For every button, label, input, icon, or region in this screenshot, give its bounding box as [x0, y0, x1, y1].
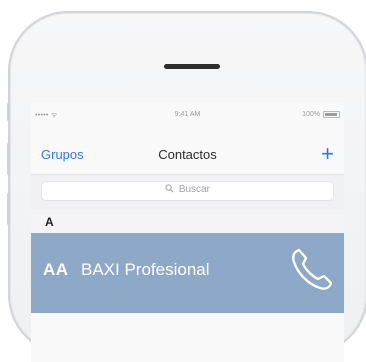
battery-percent: 100% — [302, 111, 320, 118]
contact-row[interactable]: AA BAXI Profesional — [31, 233, 344, 313]
search-area: Buscar — [31, 174, 344, 210]
add-contact-button[interactable]: + — [321, 143, 334, 165]
phone-screen: ••••• ᯤ 9:41 AM 100% Grupos Contactos + … — [31, 102, 344, 362]
contact-name: BAXI Profesional — [81, 260, 210, 279]
status-time: 9:41 AM — [174, 111, 201, 118]
search-placeholder: Buscar — [178, 184, 210, 195]
contact-initials: AA — [43, 260, 69, 279]
section-letter: A — [45, 215, 54, 229]
mute-switch — [7, 103, 10, 121]
speaker-grille — [164, 64, 220, 69]
navigation-bar: Grupos Contactos + — [31, 133, 344, 173]
search-icon — [165, 184, 174, 193]
search-input[interactable]: Buscar — [41, 181, 334, 201]
phone-icon[interactable] — [286, 244, 336, 294]
status-bar: ••••• ᯤ 9:41 AM 100% — [31, 102, 344, 126]
volume-down-button — [7, 193, 10, 225]
volume-up-button — [7, 143, 10, 175]
phone-frame: ••••• ᯤ 9:41 AM 100% Grupos Contactos + … — [7, 11, 366, 362]
battery-icon — [323, 111, 340, 118]
page-title: Contactos — [158, 147, 217, 162]
section-header-a: A — [31, 209, 344, 233]
